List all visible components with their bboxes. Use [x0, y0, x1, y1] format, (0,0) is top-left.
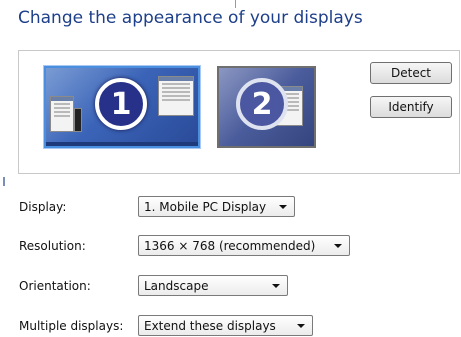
chevron-down-icon [297, 324, 305, 328]
chevron-down-icon [334, 244, 342, 248]
orientation-select[interactable]: Landscape [138, 275, 288, 296]
detect-button[interactable]: Detect [370, 62, 452, 84]
orientation-select-value: Landscape [144, 278, 209, 293]
page-title: Change the appearance of your displays [18, 8, 363, 28]
window-thumbnail-icon [158, 76, 194, 116]
chevron-down-icon [279, 205, 287, 209]
resolution-label: Resolution: [19, 239, 86, 253]
window-thumbnail-icon [74, 108, 82, 132]
taskbar [46, 142, 198, 146]
multiple-displays-select[interactable]: Extend these displays [138, 315, 313, 336]
identify-button[interactable]: Identify [370, 96, 452, 118]
edge-mark [3, 177, 5, 186]
resolution-select[interactable]: 1366 × 768 (recommended) [138, 235, 350, 256]
monitor-number-1: 1 [95, 78, 147, 130]
orientation-label: Orientation: [19, 279, 91, 293]
top-divider-tick [235, 0, 236, 8]
multiple-displays-label: Multiple displays: [19, 319, 124, 333]
resolution-select-value: 1366 × 768 (recommended) [144, 238, 316, 253]
display-select[interactable]: 1. Mobile PC Display [138, 196, 295, 217]
display-select-value: 1. Mobile PC Display [144, 199, 267, 214]
monitor-number-2: 2 [236, 78, 288, 130]
display-label: Display: [19, 200, 67, 214]
chevron-down-icon [272, 284, 280, 288]
window-thumbnail-icon [50, 96, 74, 132]
multiple-displays-select-value: Extend these displays [144, 318, 276, 333]
